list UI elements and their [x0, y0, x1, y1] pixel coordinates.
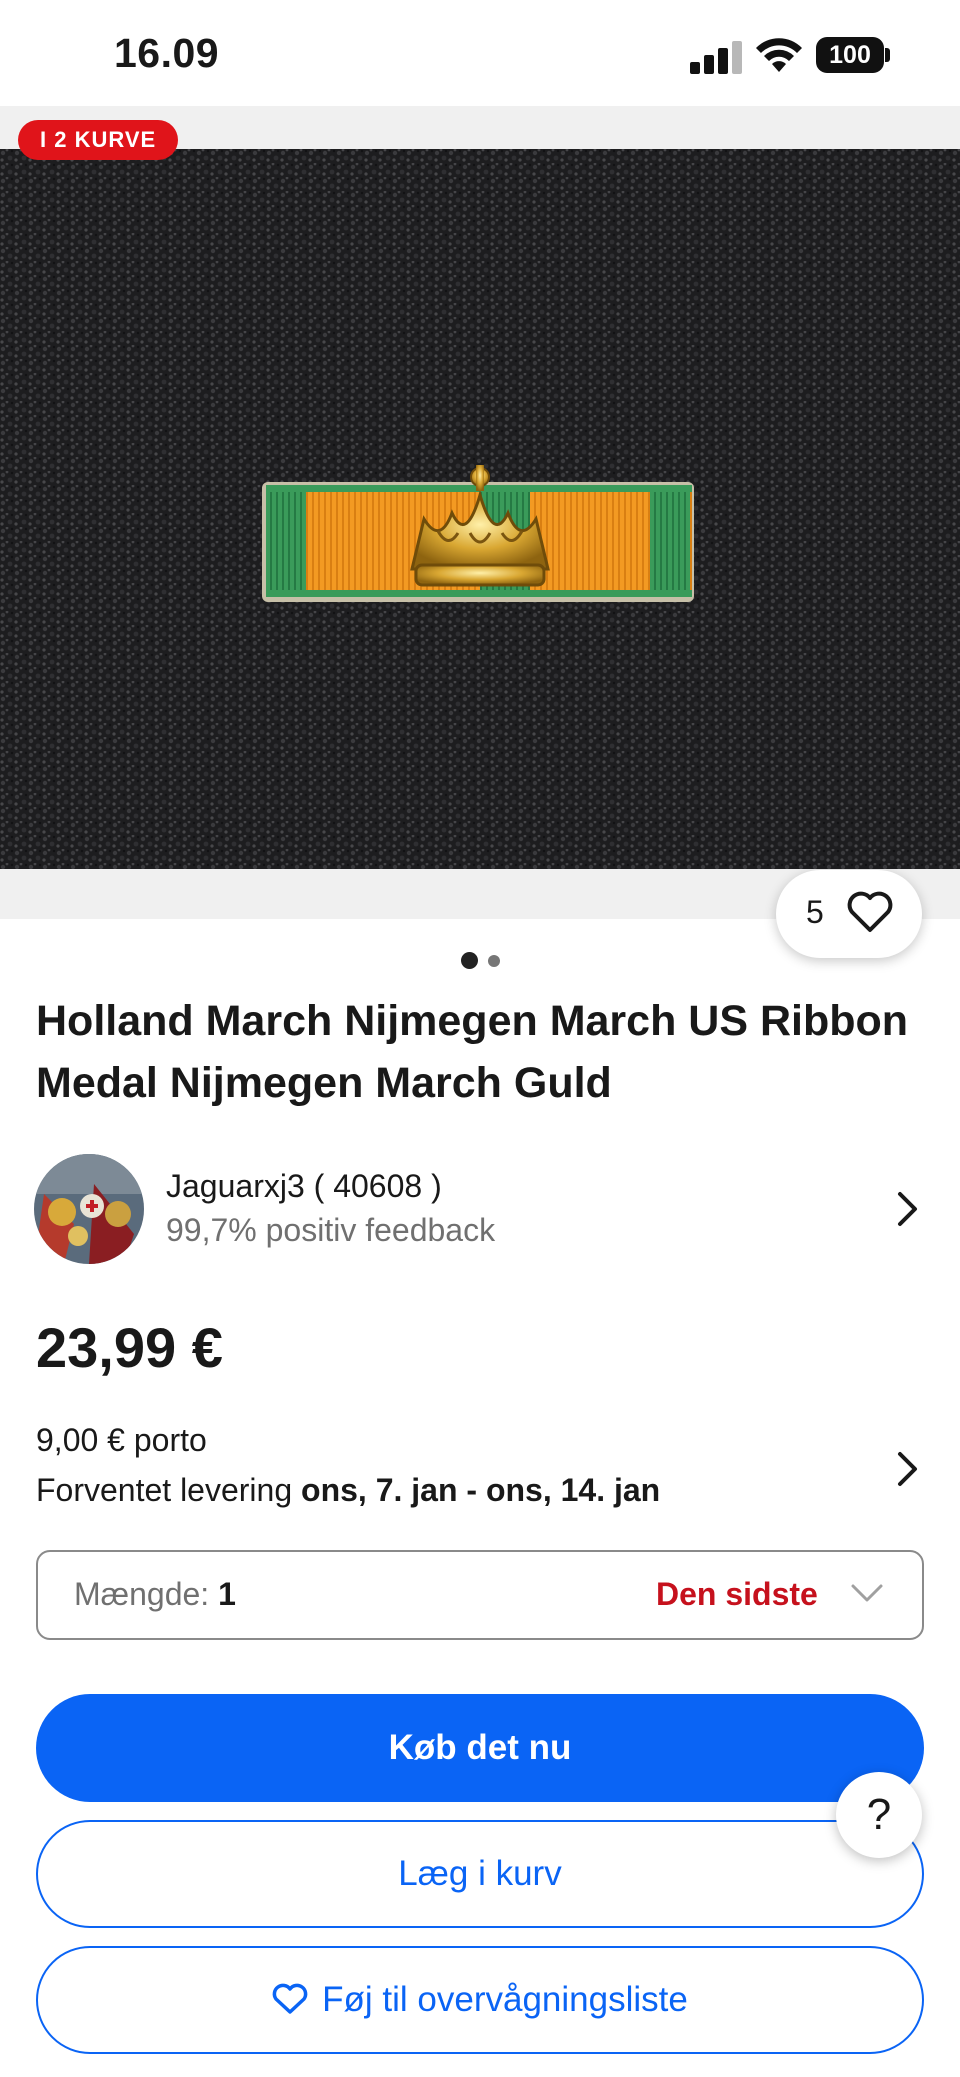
delivery-estimate: Forventet levering ons, 7. jan - ons, 14…: [36, 1472, 660, 1509]
seller-feedback: 99,7% positiv feedback: [166, 1212, 496, 1248]
help-button[interactable]: ?: [836, 1772, 922, 1858]
in-cart-badge: I 2 KURVE: [18, 120, 179, 160]
quantity-select[interactable]: Mængde: 1 Den sidste: [36, 1550, 924, 1640]
price: 23,99 €: [36, 1316, 223, 1379]
page-dot[interactable]: [487, 954, 500, 967]
signal-icon: [690, 38, 742, 74]
watchlist-label: Føj til overvågningsliste: [322, 1980, 688, 2019]
status-bar: 16.09 100: [0, 0, 960, 106]
seller-name[interactable]: Jaguarxj3 ( 40608 ): [166, 1168, 442, 1205]
wifi-icon: [756, 38, 802, 72]
buy-now-button[interactable]: Køb det nu: [36, 1694, 924, 1802]
image-gallery[interactable]: [0, 106, 960, 919]
product-image[interactable]: [0, 149, 960, 869]
shipping-cost: 9,00 € porto: [36, 1422, 207, 1458]
delivery-dates: ons, 7. jan - ons, 14. jan: [301, 1472, 661, 1508]
battery-icon: 100: [816, 37, 890, 73]
add-to-cart-button[interactable]: Læg i kurv: [36, 1820, 924, 1928]
watch-button[interactable]: 5: [776, 870, 922, 958]
delivery-label: Forventet levering: [36, 1472, 293, 1508]
quantity-label: Mængde: 1: [74, 1576, 236, 1612]
page-dot-active[interactable]: [460, 952, 478, 970]
heart-outline-icon: [272, 1983, 308, 2014]
chevron-down-icon: [851, 1584, 883, 1602]
heart-icon: [847, 891, 893, 932]
product-photo: [0, 149, 960, 869]
watch-count: 5: [806, 894, 824, 930]
product-page: 16.09 100 I 2 KURVE 5 Holland March Nijm…: [0, 0, 960, 2077]
seller-row[interactable]: Jaguarxj3 ( 40608 ) 99,7% positiv feedba…: [0, 1150, 960, 1270]
chevron-right-icon[interactable]: [896, 1190, 920, 1228]
listing-title: Holland March Nijmegen March US Ribbon M…: [36, 997, 909, 1107]
last-item-warning: Den sidste: [656, 1576, 818, 1612]
shipping-chevron-right-icon[interactable]: [896, 1450, 920, 1488]
battery-level: 100: [816, 37, 884, 73]
quantity-value: 1: [218, 1576, 236, 1612]
add-to-watchlist-button[interactable]: Føj til overvågningsliste: [36, 1946, 924, 2054]
seller-avatar: [34, 1154, 144, 1264]
status-time: 16.09: [114, 30, 220, 76]
